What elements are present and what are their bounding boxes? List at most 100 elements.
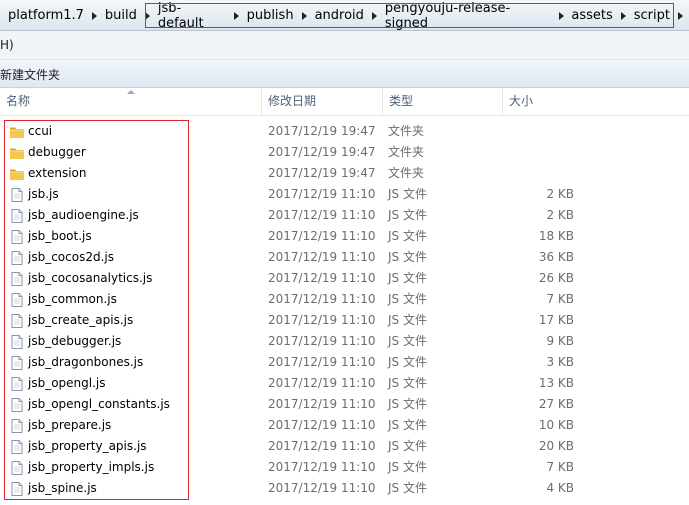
file-row[interactable]: jsb_dragonbones.js 2017/12/19 11:10 JS 文件 3…: [0, 352, 689, 373]
breadcrumb-item-script[interactable]: script: [632, 0, 689, 31]
breadcrumb-item-platform[interactable]: platform1.7: [6, 0, 103, 31]
file-row[interactable]: jsb_property_impls.js 2017/12/19 11:10 JS …: [0, 457, 689, 478]
file-type: JS 文件: [388, 250, 427, 264]
file-type: JS 文件: [388, 334, 427, 348]
column-header-modified[interactable]: 修改日期: [261, 88, 382, 115]
file-list: ccui 2017/12/19 19:47 文件夹 debugger 2017/12/1…: [0, 121, 689, 499]
file-row[interactable]: jsb_debugger.js 2017/12/19 11:10 JS 文件 9 KB: [0, 331, 689, 352]
breadcrumb-chevron-icon[interactable]: [553, 0, 570, 31]
breadcrumb-chevron-icon[interactable]: [366, 0, 383, 31]
breadcrumb-chevron-icon[interactable]: [228, 0, 245, 31]
file-row[interactable]: jsb_spine.js 2017/12/19 11:10 JS 文件 4 KB: [0, 478, 689, 499]
breadcrumb-chevron-icon[interactable]: [672, 0, 689, 31]
file-modified-date: 2017/12/19 19:47: [268, 124, 376, 138]
breadcrumb-chevron-icon[interactable]: [615, 0, 632, 31]
file-row[interactable]: extension 2017/12/19 19:47 文件夹: [0, 163, 689, 184]
file-size: 9 KB: [546, 334, 574, 348]
file-size: 17 KB: [538, 313, 574, 327]
sort-ascending-icon: [127, 90, 135, 94]
file-type: JS 文件: [388, 313, 427, 327]
breadcrumb-item-jsb-default[interactable]: jsb-default: [156, 0, 245, 31]
folder-icon: [9, 166, 25, 182]
breadcrumb-item-assets[interactable]: assets: [569, 0, 631, 31]
breadcrumb-label: platform1.7: [8, 8, 84, 23]
js-file-icon: [9, 313, 25, 329]
file-name: jsb_opengl_constants.js: [28, 397, 170, 411]
file-size: 2 KB: [546, 187, 574, 201]
breadcrumb-item-build[interactable]: build: [103, 0, 156, 31]
js-file-icon: [9, 334, 25, 350]
file-row[interactable]: jsb_opengl.js 2017/12/19 11:10 JS 文件 13 KB: [0, 373, 689, 394]
breadcrumb-label: publish: [246, 8, 294, 23]
file-name: jsb_debugger.js: [28, 334, 122, 348]
column-header-name[interactable]: 名称: [0, 88, 260, 115]
js-file-icon: [9, 355, 25, 371]
menu-bar: H): [0, 31, 689, 60]
file-row[interactable]: ccui 2017/12/19 19:47 文件夹: [0, 121, 689, 142]
file-modified-date: 2017/12/19 11:10: [268, 208, 376, 222]
js-file-icon: [9, 292, 25, 308]
file-modified-date: 2017/12/19 11:10: [268, 271, 376, 285]
file-name: jsb_cocos2d.js: [28, 250, 114, 264]
file-type: JS 文件: [388, 208, 427, 222]
js-file-icon: [9, 418, 25, 434]
js-file-icon: [9, 460, 25, 476]
file-row[interactable]: jsb_boot.js 2017/12/19 11:10 JS 文件 18 KB: [0, 226, 689, 247]
file-row[interactable]: jsb_create_apis.js 2017/12/19 11:10 JS 文件 1…: [0, 310, 689, 331]
file-type: JS 文件: [388, 229, 427, 243]
file-row[interactable]: jsb_common.js 2017/12/19 11:10 JS 文件 7 KB: [0, 289, 689, 310]
file-row[interactable]: jsb_property_apis.js 2017/12/19 11:10 JS 文…: [0, 436, 689, 457]
file-name: jsb_common.js: [28, 292, 117, 306]
column-header-label: 修改日期: [268, 94, 317, 108]
file-modified-date: 2017/12/19 11:10: [268, 292, 376, 306]
js-file-icon: [9, 397, 25, 413]
js-file-icon: [9, 208, 25, 224]
column-header-label: 名称: [6, 94, 31, 108]
file-type: JS 文件: [388, 376, 427, 390]
file-row[interactable]: jsb_audioengine.js 2017/12/19 11:10 JS 文件 2…: [0, 205, 689, 226]
file-type: 文件夹: [388, 166, 425, 180]
file-modified-date: 2017/12/19 11:10: [268, 397, 376, 411]
file-row[interactable]: jsb.js 2017/12/19 11:10 JS 文件 2 KB: [0, 184, 689, 205]
file-modified-date: 2017/12/19 11:10: [268, 460, 376, 474]
file-row[interactable]: jsb_cocosanalytics.js 2017/12/19 11:10 JS …: [0, 268, 689, 289]
breadcrumb-chevron-icon[interactable]: [296, 0, 313, 31]
file-name: jsb_opengl.js: [28, 376, 106, 390]
column-header-row: 名称 修改日期 类型 大小: [0, 88, 689, 116]
file-modified-date: 2017/12/19 19:47: [268, 145, 376, 159]
file-type: 文件夹: [388, 145, 425, 159]
breadcrumb-item-android[interactable]: android: [313, 0, 383, 31]
new-folder-button[interactable]: 新建文件夹: [0, 66, 60, 83]
breadcrumb-chevron-icon[interactable]: [86, 0, 103, 31]
file-modified-date: 2017/12/19 11:10: [268, 418, 376, 432]
command-toolbar: 新建文件夹: [0, 60, 689, 88]
breadcrumb-item-pengyouju-release-signed[interactable]: pengyouju-release-signed: [383, 0, 569, 31]
file-size: 27 KB: [538, 397, 574, 411]
js-file-icon: [9, 250, 25, 266]
file-name: jsb_audioengine.js: [28, 208, 139, 222]
file-name: jsb_cocosanalytics.js: [28, 271, 153, 285]
file-name: jsb_prepare.js: [28, 418, 112, 432]
menu-item-help[interactable]: H): [0, 38, 14, 52]
breadcrumb-label: jsb-default: [157, 0, 204, 31]
breadcrumb-item-publish[interactable]: publish: [245, 0, 313, 31]
file-row[interactable]: jsb_cocos2d.js 2017/12/19 11:10 JS 文件 36 KB: [0, 247, 689, 268]
folder-icon: [9, 145, 25, 161]
file-type: JS 文件: [388, 271, 427, 285]
file-size: 36 KB: [538, 250, 574, 264]
column-header-type[interactable]: 类型: [382, 88, 502, 115]
breadcrumb-chevron-icon[interactable]: [139, 0, 156, 31]
file-size: 13 KB: [538, 376, 574, 390]
file-modified-date: 2017/12/19 11:10: [268, 229, 376, 243]
file-row[interactable]: debugger 2017/12/19 19:47 文件夹: [0, 142, 689, 163]
file-name: jsb.js: [28, 187, 59, 201]
folder-icon: [9, 124, 25, 140]
file-name: jsb_spine.js: [28, 481, 97, 495]
file-modified-date: 2017/12/19 19:47: [268, 166, 376, 180]
file-type: 文件夹: [388, 124, 425, 138]
column-header-size[interactable]: 大小: [502, 88, 689, 115]
file-size: 18 KB: [538, 229, 574, 243]
address-bar[interactable]: platform1.7 build jsb-default publish an…: [0, 0, 689, 31]
file-row[interactable]: jsb_opengl_constants.js 2017/12/19 11:10 J…: [0, 394, 689, 415]
file-row[interactable]: jsb_prepare.js 2017/12/19 11:10 JS 文件 10 KB: [0, 415, 689, 436]
